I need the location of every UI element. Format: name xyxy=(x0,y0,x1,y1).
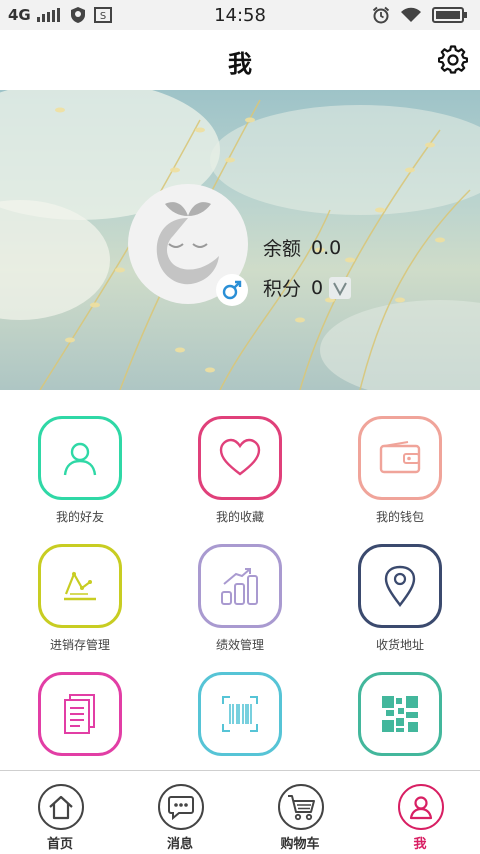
menu-item-icon-tile xyxy=(198,544,282,628)
points-value: 0 xyxy=(311,276,324,299)
nav-label: 消息 xyxy=(166,837,193,852)
menu-grid: 我的好友 我的收藏 我的钱包 进销存管理 绩效管理 收货地址 xyxy=(0,390,480,770)
menu-item-friends[interactable]: 我的好友 xyxy=(0,390,160,524)
points-row[interactable]: 积分 0 xyxy=(263,274,352,301)
gear-icon xyxy=(437,45,469,74)
home-icon xyxy=(49,795,73,820)
alarm-icon xyxy=(372,6,390,24)
qr-code-icon xyxy=(382,696,418,732)
menu-item-icon-tile xyxy=(198,672,282,756)
document-icon xyxy=(64,694,95,734)
menu-item-scan[interactable] xyxy=(160,646,320,770)
trend-chart-icon xyxy=(64,571,96,601)
balance-label: 余额 xyxy=(263,238,302,260)
menu-item-icon-tile xyxy=(358,544,442,628)
chat-bubble-icon xyxy=(168,796,194,820)
nav-icon-circle xyxy=(398,784,444,830)
gender-badge xyxy=(216,274,248,306)
menu-item-documents[interactable] xyxy=(0,646,160,770)
menu-item-icon-tile xyxy=(38,544,122,628)
nav-icon-circle xyxy=(38,784,84,830)
menu-item-address[interactable]: 收货地址 xyxy=(320,518,480,652)
balance-value: 0.0 xyxy=(311,236,342,259)
status-bar: 4G S 14:58 xyxy=(0,0,480,30)
barcode-scan-icon xyxy=(222,696,258,732)
settings-button[interactable] xyxy=(437,45,469,75)
page-title: 我 xyxy=(228,50,252,78)
menu-item-inventory[interactable]: 进销存管理 xyxy=(0,518,160,652)
menu-item-icon-tile xyxy=(358,672,442,756)
user-icon xyxy=(409,796,433,820)
male-icon xyxy=(222,280,242,300)
wallet-icon xyxy=(379,441,421,474)
menu-item-favorites[interactable]: 我的收藏 xyxy=(160,390,320,524)
person-icon xyxy=(63,442,97,476)
title-bar: 我 xyxy=(0,30,480,90)
menu-item-icon-tile xyxy=(198,416,282,500)
nav-icon-circle xyxy=(278,784,324,830)
location-pin-icon xyxy=(384,565,416,607)
nav-tab-me[interactable]: 我 xyxy=(360,771,480,854)
heart-icon xyxy=(219,438,261,476)
nav-tab-home[interactable]: 首页 xyxy=(0,771,120,854)
nav-tab-messages[interactable]: 消息 xyxy=(120,771,240,854)
balance-row[interactable]: 余额 0.0 xyxy=(263,234,341,261)
nav-label: 我 xyxy=(413,837,427,852)
battery-icon xyxy=(432,7,467,23)
profile-banner: 余额 0.0 积分 0 xyxy=(0,90,480,390)
status-right xyxy=(372,6,468,24)
menu-item-icon-tile xyxy=(38,416,122,500)
bottom-nav: 首页 消息 购物车 我 xyxy=(0,770,480,854)
vip-badge-icon xyxy=(329,276,352,299)
menu-item-wallet[interactable]: 我的钱包 xyxy=(320,390,480,524)
wifi-icon xyxy=(401,7,421,22)
shopping-cart-icon xyxy=(288,795,315,821)
menu-item-icon-tile xyxy=(38,672,122,756)
nav-tab-cart[interactable]: 购物车 xyxy=(240,771,360,854)
menu-item-icon-tile xyxy=(358,416,442,500)
nav-label: 首页 xyxy=(46,837,73,852)
menu-item-performance[interactable]: 绩效管理 xyxy=(160,518,320,652)
menu-item-qr-code[interactable] xyxy=(320,646,480,770)
points-label: 积分 xyxy=(263,278,302,300)
bar-chart-icon xyxy=(221,568,258,605)
nav-icon-circle xyxy=(158,784,204,830)
nav-label: 购物车 xyxy=(280,837,320,852)
